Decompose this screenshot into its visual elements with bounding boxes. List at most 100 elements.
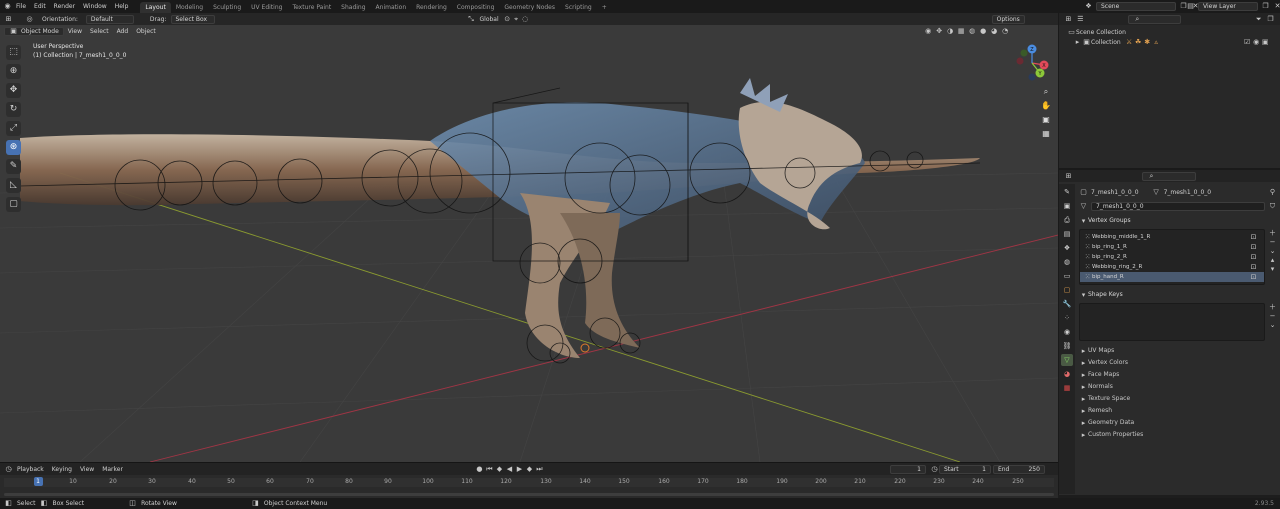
editor-type-icon[interactable]: ⊞ [1064, 15, 1073, 24]
overlays-icon[interactable]: ◑ [946, 27, 955, 36]
measure-tool[interactable]: ◺ [6, 178, 21, 193]
physics-tab-icon[interactable]: ◉ [1061, 326, 1073, 338]
editor-type-icon[interactable]: ⊞ [1064, 172, 1073, 181]
mesh-browse-icon[interactable]: ▽ [1079, 202, 1088, 211]
snap-icon[interactable]: ⌖ [512, 15, 521, 24]
tab-texture-paint[interactable]: Texture Paint [287, 2, 336, 13]
editor-type-icon[interactable]: ⊞ [4, 15, 13, 24]
navigation-gizmo[interactable]: X Y Z [1012, 43, 1052, 83]
lock-icon[interactable]: ⊡ [1249, 263, 1258, 272]
tab-geometry-nodes[interactable]: Geometry Nodes [499, 2, 560, 13]
menu-window[interactable]: Window [79, 0, 111, 13]
remove-icon[interactable]: − [1268, 238, 1277, 247]
lock-icon[interactable]: ⊡ [1249, 233, 1258, 242]
mesh-icon[interactable]: ▵ [1152, 38, 1161, 47]
constraints-tab-icon[interactable]: ⛓ [1061, 340, 1073, 352]
menu-view[interactable]: View [64, 28, 86, 35]
outliner-search[interactable]: ⌕ [1127, 14, 1182, 24]
pan-hand-icon[interactable]: ✋ [1040, 100, 1052, 112]
close-icon[interactable]: ✕ [1273, 2, 1280, 11]
chevron-down-icon[interactable]: ⌄ [1268, 321, 1277, 330]
object-icon[interactable]: ☘ [1134, 38, 1143, 47]
gizmo-toggle-icon[interactable]: ✥ [935, 27, 944, 36]
world-tab-icon[interactable]: ◍ [1061, 256, 1073, 268]
geometry-data-header[interactable]: ▸ Geometry Data [1079, 417, 1277, 429]
move-tool[interactable]: ✥ [6, 83, 21, 98]
3d-viewport[interactable]: ⊞ ◎ Orientation: Default Drag: Select Bo… [0, 13, 1058, 462]
menu-file[interactable]: File [12, 0, 30, 13]
menu-add[interactable]: Add [113, 28, 133, 35]
fake-user-icon[interactable]: ⛉ [1268, 202, 1277, 211]
lock-icon[interactable]: ⊡ [1249, 243, 1258, 252]
wireframe-shading-icon[interactable]: ◍ [968, 27, 977, 36]
move-down-icon[interactable]: ▾ [1268, 265, 1277, 274]
copy-icon[interactable]: ❐ [1261, 2, 1270, 11]
scale-tool[interactable]: ⤢ [6, 121, 21, 136]
list-item-selected[interactable]: ⁙ bip_hand_R ⊡ [1080, 272, 1264, 282]
tab-rendering[interactable]: Rendering [411, 2, 452, 13]
transform-dropdown[interactable]: Global [476, 16, 503, 23]
render-tab-icon[interactable]: ▣ [1061, 200, 1073, 212]
display-mode-icon[interactable]: ☰ [1076, 15, 1085, 24]
vertex-groups-header[interactable]: ▾ Vertex Groups [1079, 215, 1277, 227]
blender-logo-icon[interactable]: ◉ [3, 2, 12, 11]
properties-search[interactable]: ⌕ [1142, 171, 1196, 181]
checkbox-icon[interactable]: ☑ [1243, 38, 1252, 47]
mode-dropdown[interactable]: ▣ Object Mode [4, 27, 64, 36]
options-dropdown[interactable]: Options [991, 14, 1025, 24]
eye-icon[interactable]: ◉ [1252, 38, 1261, 47]
tab-compositing[interactable]: Compositing [452, 2, 500, 13]
scene-selector[interactable]: Scene [1096, 2, 1176, 11]
modifier-tab-icon[interactable]: 🔧 [1061, 298, 1073, 310]
view-layer-selector[interactable]: View Layer [1198, 2, 1258, 11]
solid-shading-icon[interactable]: ● [979, 27, 988, 36]
vertex-colors-header[interactable]: ▸ Vertex Colors [1079, 357, 1277, 369]
camera-icon[interactable]: ▣ [1040, 114, 1052, 126]
chevron-down-icon[interactable]: ⌄ [1268, 247, 1277, 256]
object-tab-icon[interactable]: ▢ [1061, 284, 1073, 296]
pose-icon[interactable]: ✱ [1143, 38, 1152, 47]
output-tab-icon[interactable]: ⎙ [1061, 214, 1073, 226]
remove-icon[interactable]: − [1268, 312, 1277, 321]
menu-edit[interactable]: Edit [30, 0, 50, 13]
face-maps-header[interactable]: ▸ Face Maps [1079, 369, 1277, 381]
grid-view-icon[interactable]: ▦ [1040, 128, 1052, 140]
transform-tool[interactable]: ⊛ [6, 140, 21, 155]
pin-icon[interactable]: ⚲ [1268, 188, 1277, 197]
drag-dropdown[interactable]: Select Box [170, 14, 215, 24]
list-item[interactable]: ⁙ Webbing_ring_2_R ⊡ [1080, 262, 1264, 272]
list-item[interactable]: ⁙ bip_ring_1_R ⊡ [1080, 242, 1264, 252]
texture-tab-icon[interactable]: ▦ [1061, 382, 1073, 394]
tab-animation[interactable]: Animation [371, 2, 412, 13]
tab-modeling[interactable]: Modeling [171, 2, 208, 13]
menu-select[interactable]: Select [86, 28, 113, 35]
new-collection-icon[interactable]: ❐ [1266, 15, 1275, 24]
view-layer-tab-icon[interactable]: ▤ [1061, 228, 1073, 240]
texture-space-header[interactable]: ▸ Texture Space [1079, 393, 1277, 405]
mesh-datablock-field[interactable]: 7_mesh1_0_0_0 [1091, 201, 1265, 211]
menu-render[interactable]: Render [50, 0, 79, 13]
list-item[interactable]: ⁙ Webbing_middle_1_R ⊡ [1080, 232, 1264, 242]
mesh-data-tab-icon[interactable]: ▽ [1061, 354, 1073, 366]
shape-keys-list[interactable] [1079, 303, 1265, 341]
tab-scripting[interactable]: Scripting [560, 2, 597, 13]
xray-icon[interactable]: ▦ [957, 27, 966, 36]
tab-layout[interactable]: Layout [140, 2, 171, 13]
tab-uv-editing[interactable]: UV Editing [246, 2, 287, 13]
scene-tab-icon[interactable]: ❖ [1061, 242, 1073, 254]
proportional-edit-icon[interactable]: ◌ [521, 15, 530, 24]
add-icon[interactable]: ＋ [1268, 303, 1277, 312]
material-shading-icon[interactable]: ◕ [990, 27, 999, 36]
expand-arrow-icon[interactable]: ▸ [1073, 38, 1082, 47]
collection-tab-icon[interactable]: ▭ [1061, 270, 1073, 282]
visibility-icon[interactable]: ◉ [924, 27, 933, 36]
rotate-tool[interactable]: ↻ [6, 102, 21, 117]
particles-tab-icon[interactable]: ⁘ [1061, 312, 1073, 324]
orientation-dropdown[interactable]: Default [85, 14, 134, 24]
tab-sculpting[interactable]: Sculpting [208, 2, 246, 13]
tool-tab-icon[interactable]: ✎ [1061, 186, 1073, 198]
filter-icon[interactable]: ⏷ [1254, 15, 1263, 24]
camera-render-icon[interactable]: ▣ [1261, 38, 1270, 47]
pivot-icon[interactable]: ⊙ [503, 15, 512, 24]
list-item[interactable]: ⁙ bip_ring_2_R ⊡ [1080, 252, 1264, 262]
